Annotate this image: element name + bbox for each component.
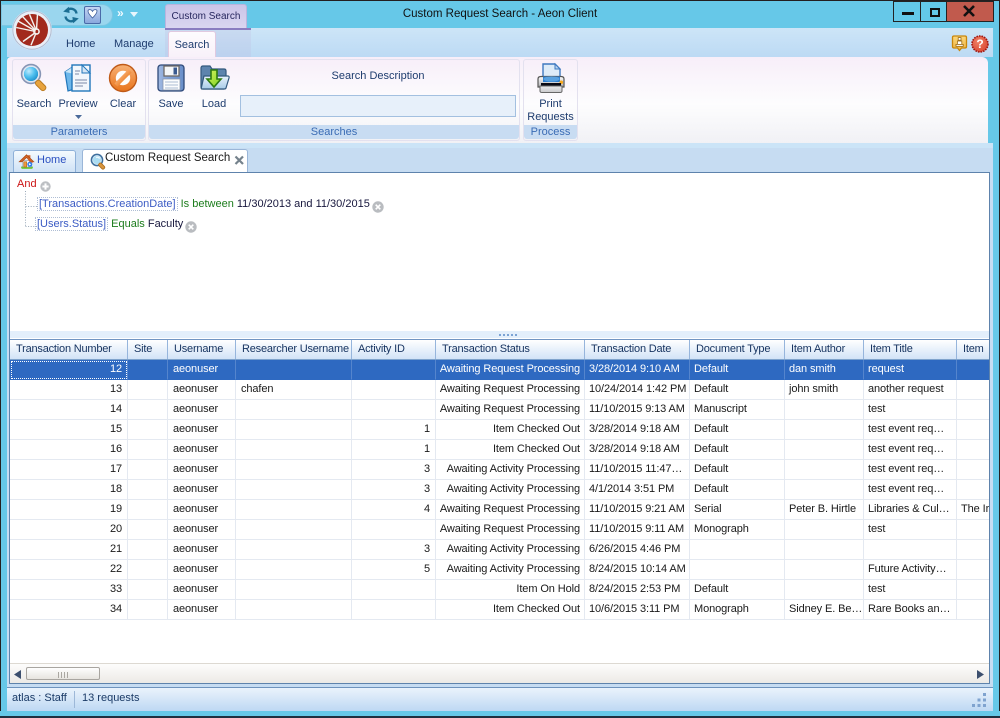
svg-text:?: ? <box>976 37 983 51</box>
